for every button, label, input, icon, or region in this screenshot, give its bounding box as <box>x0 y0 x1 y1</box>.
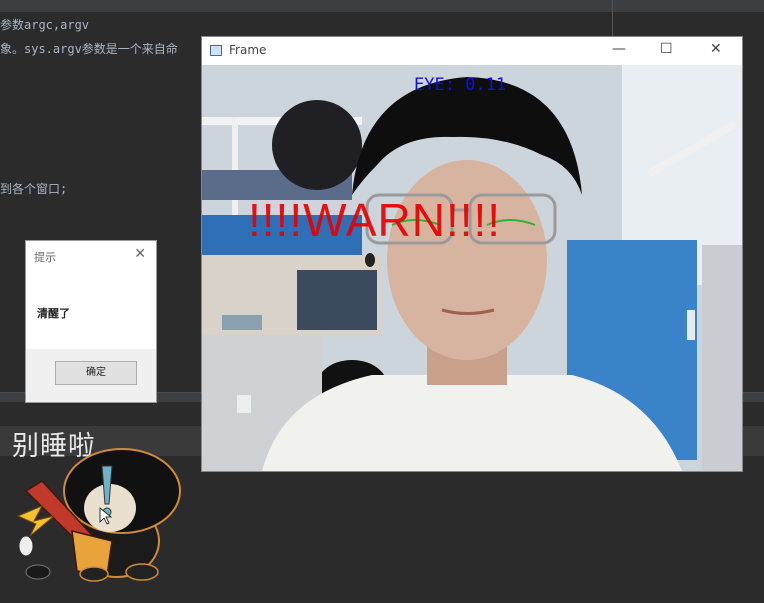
code-line: 参数argc,argv <box>0 18 90 32</box>
webcam-scene <box>202 65 742 471</box>
minimize-icon[interactable]: — <box>612 41 626 57</box>
dialog-message: 清醒了 <box>37 307 70 320</box>
frame-titlebar[interactable]: Frame — ☐ ✕ <box>202 37 742 65</box>
eye-ratio-label: EYE: 0.11 <box>414 75 507 95</box>
webcam-feed: EYE: 0.11 !!!!WARN!!!! <box>202 65 742 471</box>
frame-window: Frame — ☐ ✕ EYE: 0.11 !!!!WARN!!!! <box>201 36 743 472</box>
window-title: Frame <box>229 43 267 57</box>
alert-dialog: 提示 ✕ 清醒了 确定 <box>25 240 157 403</box>
dialog-title: 提示 <box>34 251 56 264</box>
close-icon[interactable]: ✕ <box>710 41 722 57</box>
close-icon[interactable]: ✕ <box>134 246 146 262</box>
code-line: 象。sys.argv参数是一个来自命 <box>0 42 178 56</box>
ide-divider <box>612 0 613 36</box>
window-app-icon <box>210 45 222 56</box>
cartoon-guitar-character <box>16 448 181 582</box>
maximize-icon[interactable]: ☐ <box>660 41 673 57</box>
warning-overlay: !!!!WARN!!!! <box>248 194 502 246</box>
ide-top-bar <box>0 0 764 12</box>
code-line: 到各个窗口; <box>0 182 68 196</box>
ok-button[interactable]: 确定 <box>55 361 137 385</box>
